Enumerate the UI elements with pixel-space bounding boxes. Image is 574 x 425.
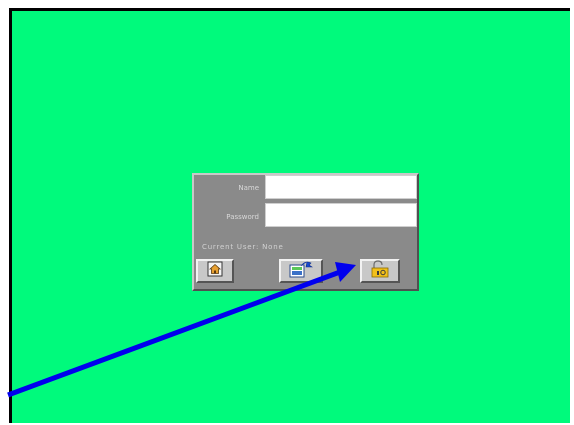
pointer-arrow (7, 262, 356, 398)
